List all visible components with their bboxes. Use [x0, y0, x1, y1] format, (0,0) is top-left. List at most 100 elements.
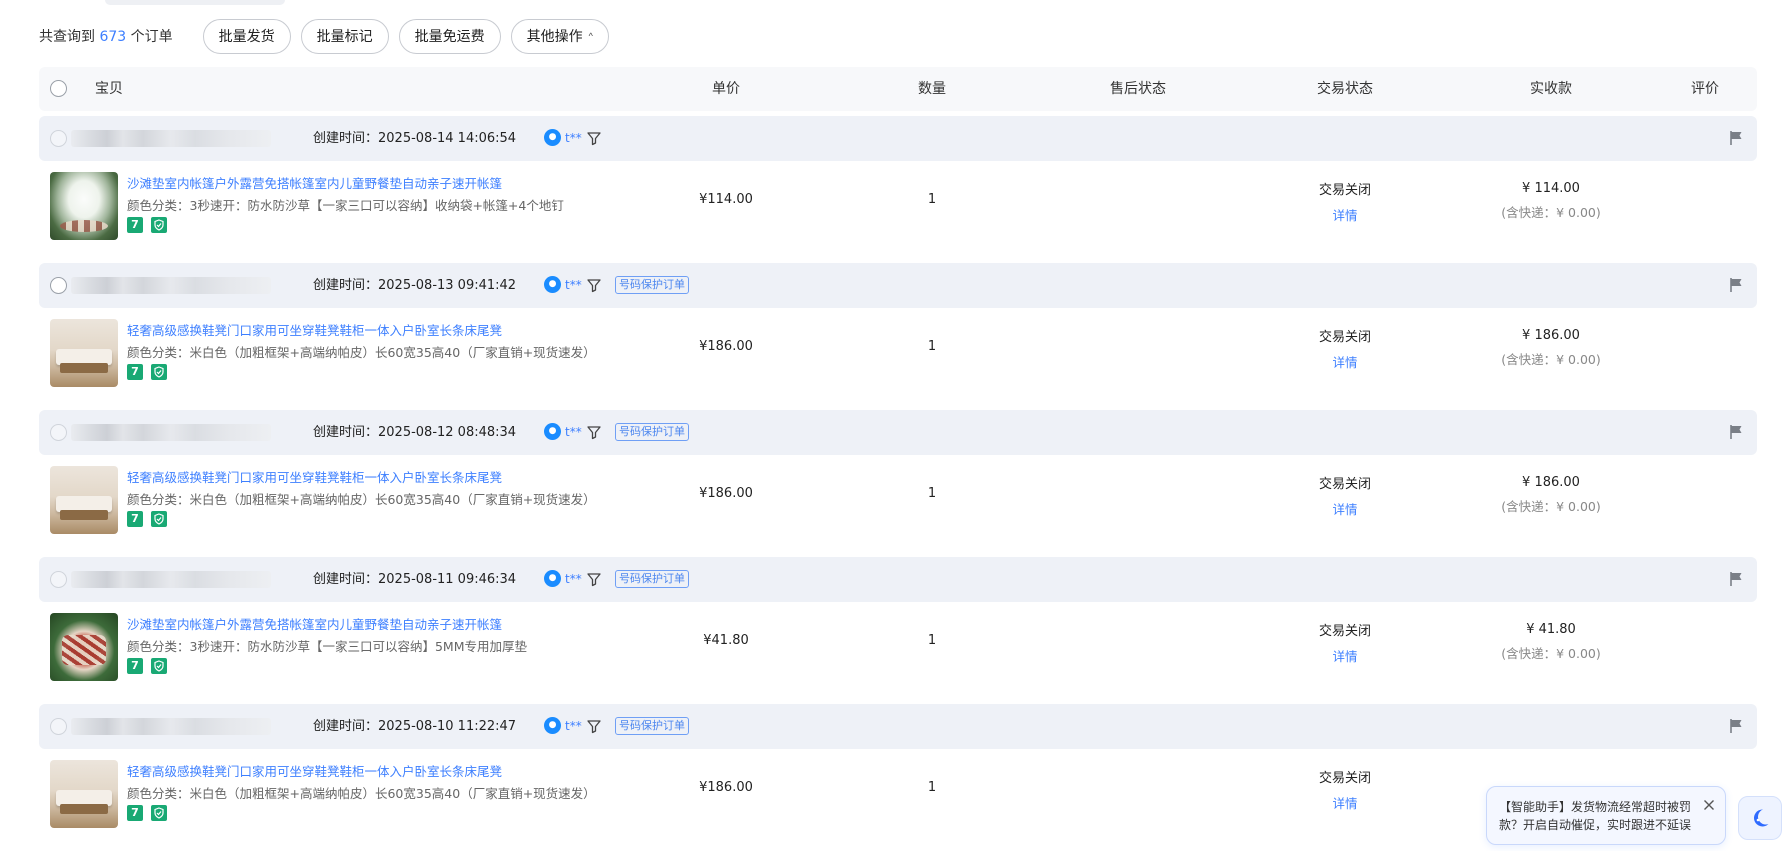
trade-status: 交易关闭	[1318, 624, 1372, 639]
other-operations-button[interactable]: 其他操作 ^	[510, 18, 609, 54]
filter-funnel-icon[interactable]	[585, 570, 603, 588]
order-header: 创建时间：2025-08-11 09:46:34 ● t** 号码保护订单	[39, 557, 1757, 602]
order-checkbox[interactable]	[50, 424, 67, 441]
wangwang-chat-icon[interactable]: ●	[544, 570, 561, 587]
filter-funnel-icon[interactable]	[585, 423, 603, 441]
buyer-name[interactable]: t**	[565, 263, 582, 308]
header-quantity: 数量	[918, 81, 946, 97]
batch-free-shipping-button[interactable]: 批量免运费	[398, 18, 501, 54]
flag-icon[interactable]	[1727, 570, 1745, 588]
order-checkbox[interactable]	[50, 718, 67, 735]
flag-icon[interactable]	[1727, 276, 1745, 294]
detail-link[interactable]: 详情	[1332, 205, 1357, 224]
product-sku: 颜色分类：米白色（加粗框架+高端纳帕皮）长60宽35高40（厂家直销+现货速发）	[127, 786, 596, 801]
product-thumbnail[interactable]	[50, 172, 118, 240]
seven-day-return-badge: 7	[127, 805, 143, 821]
guarantee-badge-icon	[151, 364, 167, 380]
guarantee-badge-icon	[151, 511, 167, 527]
order-item-row: 沙滩垫室内帐篷户外露营免搭帐篷室内儿童野餐垫自动亲子速开帐篷 颜色分类：3秒速开…	[39, 161, 1757, 263]
created-time: 创建时间：2025-08-12 08:48:34	[313, 425, 517, 440]
paid-amount: ¥ 186.00	[1522, 475, 1580, 490]
product-thumbnail[interactable]	[50, 613, 118, 681]
guarantee-badge-icon	[151, 805, 167, 821]
filter-funnel-icon[interactable]	[585, 129, 603, 147]
number-protection-tag: 号码保护订单	[615, 570, 689, 588]
product-title-link[interactable]: 轻奢高级感换鞋凳门口家用可坐穿鞋凳鞋柜一体入户卧室长条床尾凳	[127, 761, 502, 780]
product-thumbnail[interactable]	[50, 760, 118, 828]
flag-icon[interactable]	[1727, 129, 1745, 147]
unit-price: ¥186.00	[699, 339, 753, 354]
product-title-link[interactable]: 沙滩垫室内帐篷户外露营免搭帐篷室内儿童野餐垫自动亲子速开帐篷	[127, 173, 502, 192]
masked-order-number	[71, 277, 271, 294]
number-protection-tag: 号码保护订单	[615, 423, 689, 441]
product-title-link[interactable]: 轻奢高级感换鞋凳门口家用可坐穿鞋凳鞋柜一体入户卧室长条床尾凳	[127, 320, 502, 339]
close-icon[interactable]	[1703, 799, 1715, 811]
chevron-up-icon: ^	[588, 31, 593, 41]
wangwang-chat-icon[interactable]: ●	[544, 276, 561, 293]
order-checkbox[interactable]	[50, 571, 67, 588]
order-count-value: 673	[99, 29, 127, 45]
shipping-fee: (含快递：¥ 0.00)	[1501, 205, 1601, 220]
unit-price: ¥186.00	[699, 486, 753, 501]
paid-amount: ¥ 41.80	[1526, 622, 1576, 637]
trade-status: 交易关闭	[1318, 771, 1372, 786]
masked-order-number	[71, 571, 271, 588]
product-title-link[interactable]: 沙滩垫室内帐篷户外露营免搭帐篷室内儿童野餐垫自动亲子速开帐篷	[127, 614, 502, 633]
quantity: 1	[927, 633, 937, 648]
order-count-suffix: 个订单	[130, 29, 173, 45]
order-item-row: 轻奢高级感换鞋凳门口家用可坐穿鞋凳鞋柜一体入户卧室长条床尾凳 颜色分类：米白色（…	[39, 455, 1757, 557]
order-header: 创建时间：2025-08-14 14:06:54 ● t**	[39, 116, 1757, 161]
flag-icon[interactable]	[1727, 717, 1745, 735]
order-checkbox[interactable]	[50, 130, 67, 147]
product-sku: 颜色分类：米白色（加粗框架+高端纳帕皮）长60宽35高40（厂家直销+现货速发）	[127, 345, 596, 360]
batch-ship-button[interactable]: 批量发货	[202, 18, 291, 54]
table-header: 宝贝 单价 数量 售后状态 交易状态 实收款 评价	[39, 67, 1757, 111]
header-after-sale: 售后状态	[1110, 81, 1166, 97]
guarantee-badge-icon	[151, 658, 167, 674]
wangwang-chat-icon[interactable]: ●	[544, 717, 561, 734]
order-count-prefix: 共查询到	[39, 29, 95, 45]
shipping-fee: (含快递：¥ 0.00)	[1501, 646, 1601, 661]
assistant-button[interactable]	[1738, 796, 1782, 840]
batch-mark-button[interactable]: 批量标记	[300, 18, 389, 54]
order-count: 共查询到 673 个订单	[39, 26, 173, 46]
filter-funnel-icon[interactable]	[585, 276, 603, 294]
trade-status: 交易关闭	[1318, 330, 1372, 345]
product-sku: 颜色分类：3秒速开：防水防沙草【一家三口可以容纳】收纳袋+帐篷+4个地钉	[127, 198, 564, 213]
seven-day-return-badge: 7	[127, 364, 143, 380]
detail-link[interactable]: 详情	[1332, 793, 1357, 812]
shipping-fee: (含快递：¥ 0.00)	[1501, 352, 1601, 367]
product-thumbnail[interactable]	[50, 319, 118, 387]
order-checkbox[interactable]	[50, 277, 67, 294]
product-title-link[interactable]: 轻奢高级感换鞋凳门口家用可坐穿鞋凳鞋柜一体入户卧室长条床尾凳	[127, 467, 502, 486]
paid-amount: ¥ 186.00	[1522, 328, 1580, 343]
buyer-name[interactable]: t**	[565, 410, 582, 455]
wangwang-chat-icon[interactable]: ●	[544, 423, 561, 440]
wangwang-chat-icon[interactable]: ●	[544, 129, 561, 146]
buyer-name[interactable]: t**	[565, 557, 582, 602]
created-time: 创建时间：2025-08-14 14:06:54	[313, 131, 517, 146]
order-header: 创建时间：2025-08-10 11:22:47 ● t** 号码保护订单	[39, 704, 1757, 749]
seven-day-return-badge: 7	[127, 217, 143, 233]
shipping-fee: (含快递：¥ 0.00)	[1501, 499, 1601, 514]
detail-link[interactable]: 详情	[1332, 499, 1357, 518]
quantity: 1	[927, 780, 937, 795]
seven-day-return-badge: 7	[127, 511, 143, 527]
filter-funnel-icon[interactable]	[585, 717, 603, 735]
detail-link[interactable]: 详情	[1332, 352, 1357, 371]
select-all-checkbox[interactable]	[50, 80, 67, 97]
other-operations-label: 其他操作	[526, 28, 583, 44]
moon-assistant-icon	[1753, 809, 1769, 827]
unit-price: ¥186.00	[699, 780, 753, 795]
top-tab-indicator	[105, 0, 285, 5]
buyer-name[interactable]: t**	[565, 704, 582, 749]
buyer-name[interactable]: t**	[565, 116, 582, 161]
smart-assistant-tip[interactable]: 【智能助手】发货物流经常超时被罚款？开启自动催促，实时跟进不延误	[1486, 786, 1726, 845]
product-thumbnail[interactable]	[50, 466, 118, 534]
created-time: 创建时间：2025-08-13 09:41:42	[313, 278, 517, 293]
quantity: 1	[927, 192, 937, 207]
masked-order-number	[71, 718, 271, 735]
trade-status: 交易关闭	[1318, 477, 1372, 492]
flag-icon[interactable]	[1727, 423, 1745, 441]
detail-link[interactable]: 详情	[1332, 646, 1357, 665]
